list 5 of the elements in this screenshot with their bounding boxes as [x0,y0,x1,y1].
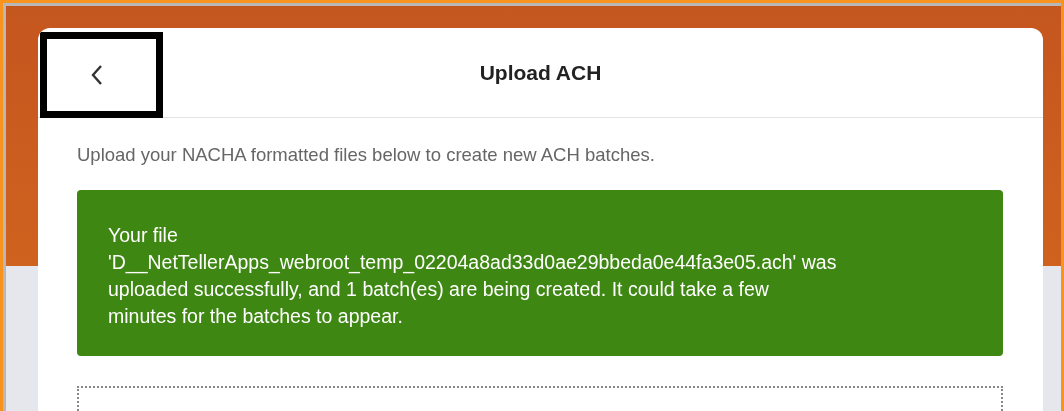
description-text: Upload your NACHA formatted files below to create new ACH batches. [77,144,656,166]
alert-message: Your file 'D__NetTellerApps_webroot_temp_02204a8ad33d0ae29bbeda0e44fa3e05.ach' was uploaded successfully, and 1 batch(es) are being created. It could take a few minutes for the batches to appear. [108,223,838,329]
chevron-left-icon [89,64,104,86]
back-button[interactable] [40,32,163,118]
dialog-title: Upload ACH [478,61,603,85]
